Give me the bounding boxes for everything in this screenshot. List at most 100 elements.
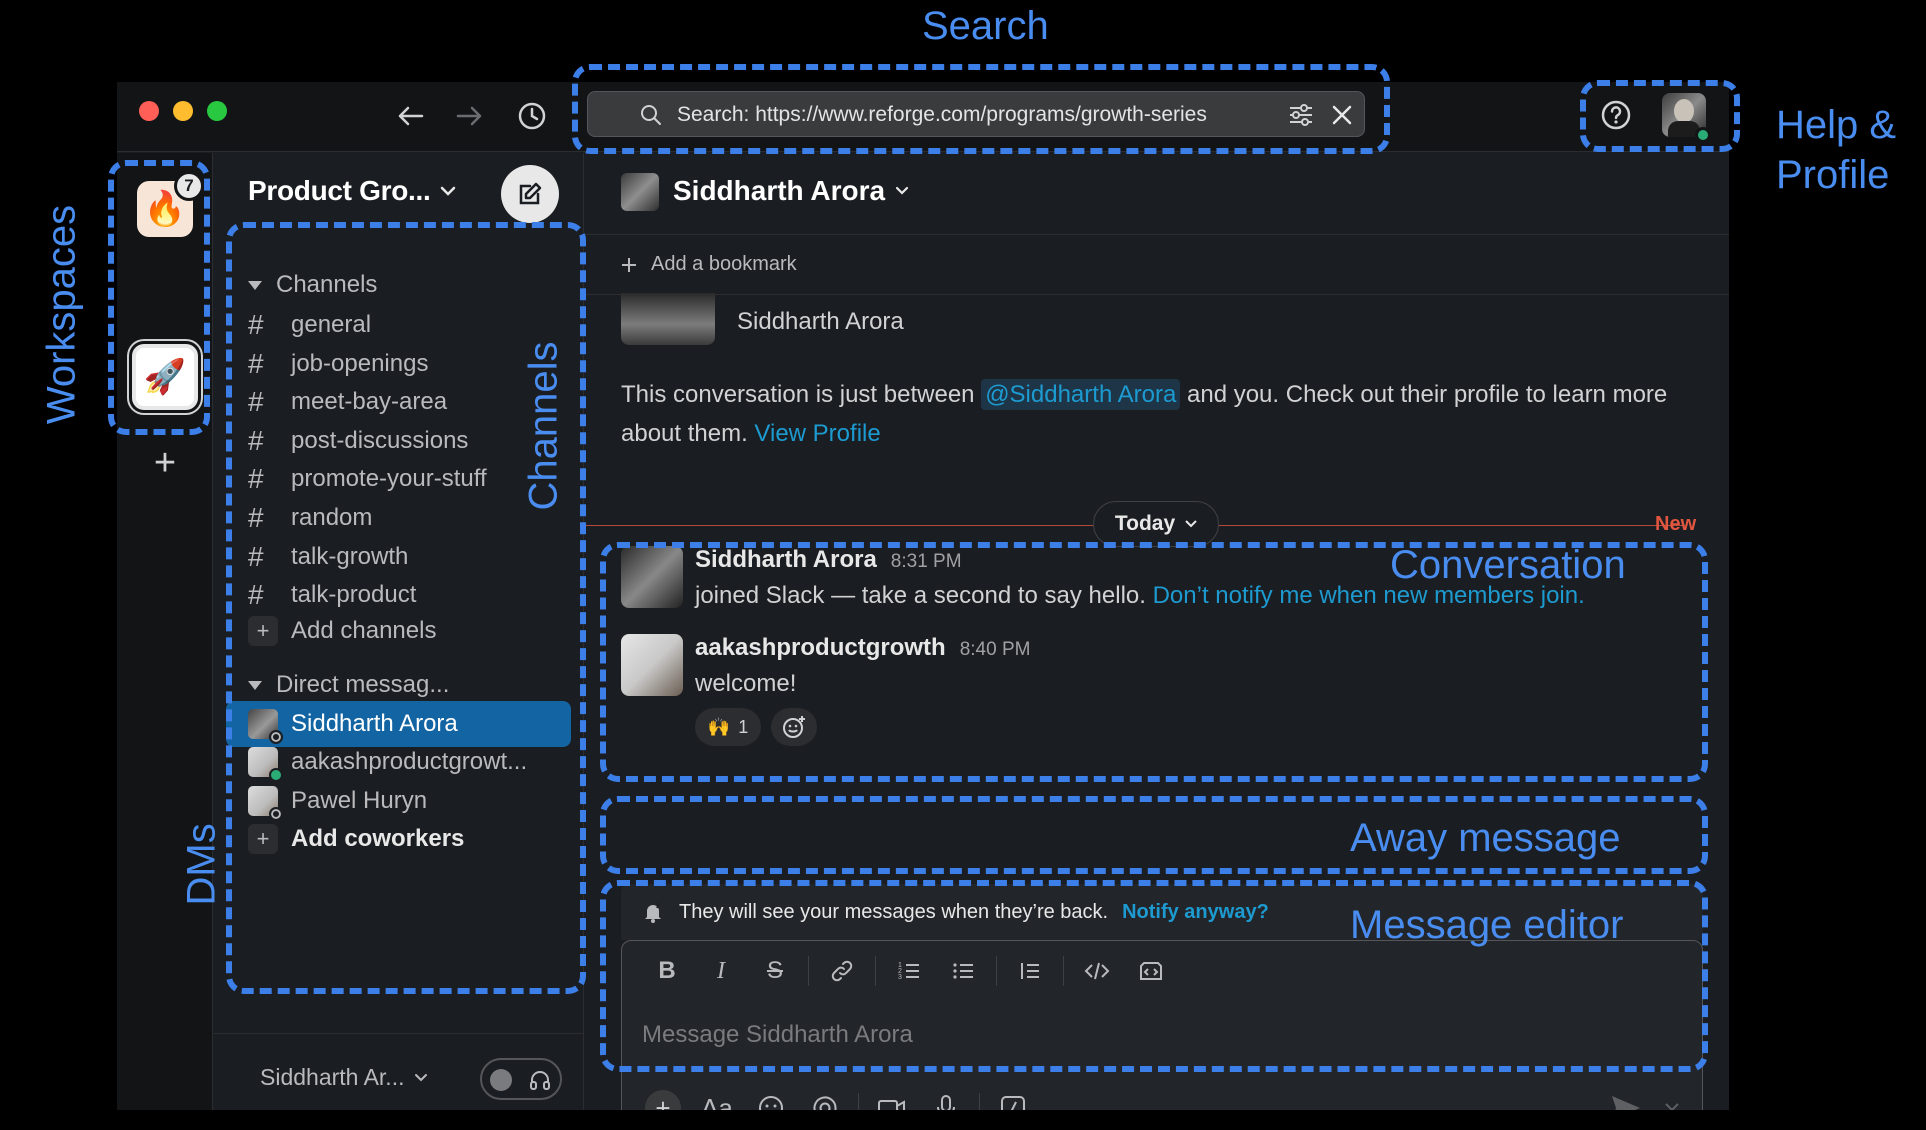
- reaction-pill[interactable]: 🙌 1: [695, 708, 761, 746]
- message-timestamp[interactable]: 8:40 PM: [960, 639, 1031, 661]
- add-reaction-button[interactable]: [771, 708, 817, 746]
- chevron-down-icon: [415, 1073, 428, 1081]
- message-editor[interactable]: B I S 123 Message Siddharth Arora + Aa: [621, 940, 1703, 1110]
- annotation-channels-label: Channels: [521, 341, 566, 511]
- sidebar-item-channel[interactable]: # talk-product: [248, 579, 416, 611]
- message-author[interactable]: Siddharth Arora: [695, 546, 877, 574]
- sidebar-item-channel[interactable]: # general: [248, 309, 371, 341]
- search-query-text: Search: https://www.reforge.com/programs…: [677, 103, 1207, 126]
- message-header: aakashproductgrowth 8:40 PM: [695, 634, 1030, 662]
- code-block-icon[interactable]: [1124, 951, 1178, 991]
- avatar[interactable]: [621, 546, 683, 608]
- online-status-dot: [1695, 127, 1711, 143]
- add-bookmark-button[interactable]: Add a bookmark: [621, 253, 797, 276]
- avatar: [248, 747, 283, 782]
- sidebar-item-channel[interactable]: # promote-your-stuff: [248, 463, 487, 495]
- avatar[interactable]: [621, 634, 683, 696]
- ordered-list-icon[interactable]: 123: [882, 951, 936, 991]
- view-profile-link[interactable]: View Profile: [754, 420, 880, 447]
- emoji-icon[interactable]: [744, 1088, 798, 1110]
- headphones-icon: [530, 1071, 550, 1090]
- conversation-title-button[interactable]: Siddharth Arora: [673, 175, 909, 207]
- annotation-away-label: Away message: [1350, 816, 1621, 860]
- new-label: New: [1655, 513, 1697, 535]
- annotation-conversation-label: Conversation: [1390, 543, 1626, 587]
- video-clip-icon[interactable]: [865, 1088, 919, 1110]
- avatar: [248, 709, 283, 744]
- channels-section-header[interactable]: Channels: [248, 271, 377, 299]
- message-body: welcome!: [695, 670, 797, 697]
- reaction-count: 1: [738, 716, 749, 737]
- bookmark-bar: Add a bookmark: [585, 235, 1729, 295]
- formatting-toolbar: B I S 123: [622, 941, 1702, 1001]
- annotation-workspaces-label: Workspaces: [39, 204, 84, 425]
- avatar: [621, 293, 715, 345]
- minimize-window-button[interactable]: [173, 101, 193, 121]
- bold-icon[interactable]: B: [640, 951, 694, 991]
- annotation-help-label: Help & Profile: [1776, 103, 1897, 197]
- workspace-unread-badge: 7: [174, 171, 204, 201]
- message-timestamp[interactable]: 8:31 PM: [891, 551, 962, 573]
- workspace-name: Product Gro...: [248, 175, 431, 206]
- link-icon[interactable]: [815, 951, 869, 991]
- maximize-window-button[interactable]: [207, 101, 227, 121]
- bullet-list-icon[interactable]: [936, 951, 990, 991]
- sidebar-item-channel[interactable]: # job-openings: [248, 348, 428, 380]
- slash-shortcut-icon[interactable]: [986, 1088, 1040, 1110]
- snooze-bell-icon: z: [645, 901, 661, 923]
- workspace-rocket-icon[interactable]: 🚀: [132, 344, 198, 410]
- compose-icon: [519, 182, 542, 205]
- history-clock-icon[interactable]: [514, 98, 550, 134]
- back-arrow-icon[interactable]: [392, 98, 428, 134]
- channel-sidebar: Product Gro... Channels # general # job-op…: [214, 153, 584, 1110]
- hash-icon: #: [248, 541, 264, 572]
- plus-icon: +: [248, 824, 278, 854]
- user-status-menu[interactable]: Siddharth Ar...: [260, 1064, 428, 1091]
- send-icon[interactable]: [1610, 1093, 1642, 1110]
- compose-button[interactable]: [501, 165, 559, 223]
- add-channels-button[interactable]: + Add channels: [248, 616, 436, 646]
- sidebar-item-channel[interactable]: # post-discussions: [248, 425, 468, 457]
- microphone-icon[interactable]: [919, 1088, 973, 1110]
- user-mention-link[interactable]: @Siddharth Arora: [981, 379, 1181, 410]
- close-icon[interactable]: [1330, 103, 1354, 127]
- code-icon[interactable]: [1070, 951, 1124, 991]
- conversation-intro: This conversation is just between @Siddh…: [621, 379, 1668, 447]
- close-window-button[interactable]: [139, 101, 159, 121]
- plus-icon: +: [645, 1090, 681, 1110]
- attach-plus-button[interactable]: +: [636, 1088, 690, 1110]
- chevron-down-icon: [441, 186, 456, 196]
- hash-icon: #: [248, 463, 264, 494]
- notify-anyway-link[interactable]: Notify anyway?: [1122, 901, 1269, 924]
- text-formatting-icon[interactable]: Aa: [690, 1088, 744, 1111]
- dm-section-header[interactable]: Direct messag...: [248, 671, 449, 699]
- mention-at-icon[interactable]: [798, 1088, 852, 1110]
- hash-icon: #: [248, 502, 264, 533]
- svg-text:3: 3: [898, 974, 902, 981]
- sidebar-item-channel[interactable]: # talk-growth: [248, 541, 408, 573]
- filter-sliders-icon[interactable]: [1288, 103, 1314, 127]
- huddle-toggle[interactable]: [480, 1058, 562, 1100]
- chevron-down-icon[interactable]: [1662, 1097, 1682, 1110]
- add-workspace-button[interactable]: +: [145, 443, 185, 483]
- date-jump-button[interactable]: Today: [1093, 501, 1219, 547]
- annotation-editor-label: Message editor: [1350, 903, 1624, 947]
- annotation-search-label: Search: [922, 4, 1049, 48]
- search-input[interactable]: Search: https://www.reforge.com/programs…: [587, 91, 1365, 137]
- message-input[interactable]: Message Siddharth Arora: [642, 1021, 913, 1049]
- hash-icon: #: [248, 348, 264, 379]
- svg-text:z: z: [656, 901, 660, 910]
- forward-arrow-icon[interactable]: [452, 98, 488, 134]
- add-coworkers-button[interactable]: + Add coworkers: [226, 816, 571, 862]
- toggle-knob: [490, 1069, 512, 1091]
- help-question-icon[interactable]: [1597, 96, 1635, 134]
- sidebar-item-channel[interactable]: # random: [248, 502, 372, 534]
- blockquote-icon[interactable]: [1003, 951, 1057, 991]
- sidebar-item-channel[interactable]: # meet-bay-area: [248, 386, 447, 418]
- message-author[interactable]: aakashproductgrowth: [695, 634, 946, 662]
- italic-icon[interactable]: I: [694, 951, 748, 991]
- workspace-switcher[interactable]: Product Gro...: [248, 175, 456, 207]
- hash-icon: #: [248, 579, 264, 610]
- hash-icon: #: [248, 425, 264, 456]
- strikethrough-icon[interactable]: S: [748, 951, 802, 991]
